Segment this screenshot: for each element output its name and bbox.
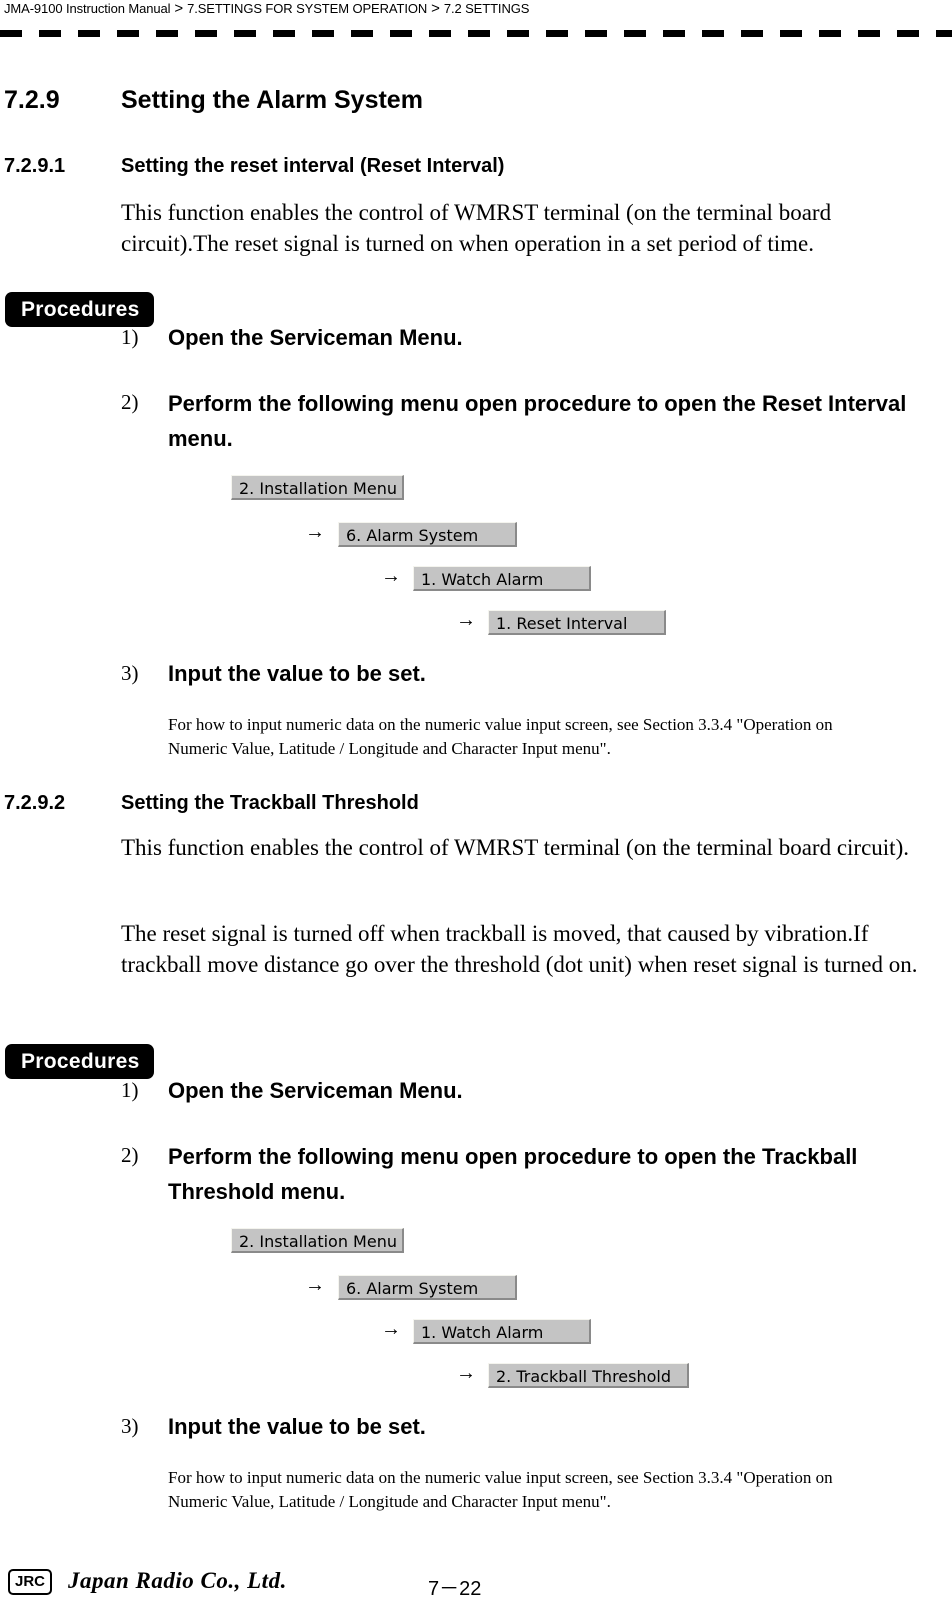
step-number: 3) (121, 1414, 139, 1438)
step-text: Open the Serviceman Menu. (168, 1078, 463, 1103)
step-text: Open the Serviceman Menu. (168, 325, 463, 350)
menu-button-watch-alarm[interactable]: 1. Watch Alarm (413, 1319, 591, 1344)
breadcrumb-separator: > (431, 0, 440, 17)
description-paragraph: The reset signal is turned off when trac… (121, 921, 918, 977)
subsection-number: 7.2.9.2 (4, 792, 66, 814)
breadcrumb-item-chapter[interactable]: 7.SETTINGS FOR SYSTEM OPERATION (187, 1, 427, 16)
step-number: 1) (121, 325, 139, 349)
breadcrumb-separator: > (174, 0, 184, 17)
subsection-title: Setting the reset interval (Reset Interv… (121, 155, 505, 177)
header-divider (0, 30, 952, 37)
step-text: Perform the following menu open procedur… (168, 1144, 858, 1204)
breadcrumb: JMA-9100 Instruction Manual >7.SETTINGS F… (4, 0, 529, 17)
arrow-right-icon: → (305, 521, 325, 543)
subsection-number: 7.2.9.1 (4, 155, 66, 177)
note-text: For how to input numeric data on the num… (168, 1468, 833, 1511)
note-text: For how to input numeric data on the num… (168, 715, 833, 758)
menu-button-installation-menu[interactable]: 2. Installation Menu (231, 1228, 404, 1253)
breadcrumb-item-section[interactable]: 7.2 SETTINGS (444, 1, 530, 16)
menu-button-alarm-system[interactable]: 6. Alarm System (338, 522, 517, 547)
arrow-right-icon: → (305, 1274, 325, 1296)
company-name: Japan Radio Co., Ltd. (68, 1568, 287, 1593)
menu-button-trackball-threshold[interactable]: 2. Trackball Threshold (488, 1363, 689, 1388)
procedures-badge: Procedures (5, 292, 154, 327)
step-number: 2) (121, 1143, 139, 1167)
arrow-right-icon: → (381, 565, 401, 587)
jrc-logo: JRC (8, 1569, 53, 1595)
step-number: 1) (121, 1078, 139, 1102)
step-text: Perform the following menu open procedur… (168, 391, 907, 451)
step-text: Input the value to be set. (168, 661, 426, 686)
company-logo: JRC Japan Radio Co., Ltd. (8, 1568, 287, 1595)
description-paragraph: This function enables the control of WMR… (121, 200, 832, 256)
subsection-title: Setting the Trackball Threshold (121, 792, 419, 814)
arrow-right-icon: → (456, 1362, 476, 1384)
arrow-right-icon: → (456, 609, 476, 631)
section-number: 7.2.9 (4, 86, 60, 114)
menu-button-installation-menu[interactable]: 2. Installation Menu (231, 475, 404, 500)
menu-button-reset-interval[interactable]: 1. Reset Interval (488, 610, 666, 635)
step-number: 2) (121, 390, 139, 414)
procedures-badge: Procedures (5, 1044, 154, 1079)
breadcrumb-item-manual[interactable]: JMA-9100 Instruction Manual (4, 1, 170, 16)
arrow-right-icon: → (381, 1318, 401, 1340)
step-text: Input the value to be set. (168, 1414, 426, 1439)
description-paragraph: This function enables the control of WMR… (121, 835, 909, 860)
section-title: Setting the Alarm System (121, 86, 423, 114)
menu-button-alarm-system[interactable]: 6. Alarm System (338, 1275, 517, 1300)
step-number: 3) (121, 661, 139, 685)
page-number: 7－22 (428, 1578, 482, 1600)
menu-button-watch-alarm[interactable]: 1. Watch Alarm (413, 566, 591, 591)
